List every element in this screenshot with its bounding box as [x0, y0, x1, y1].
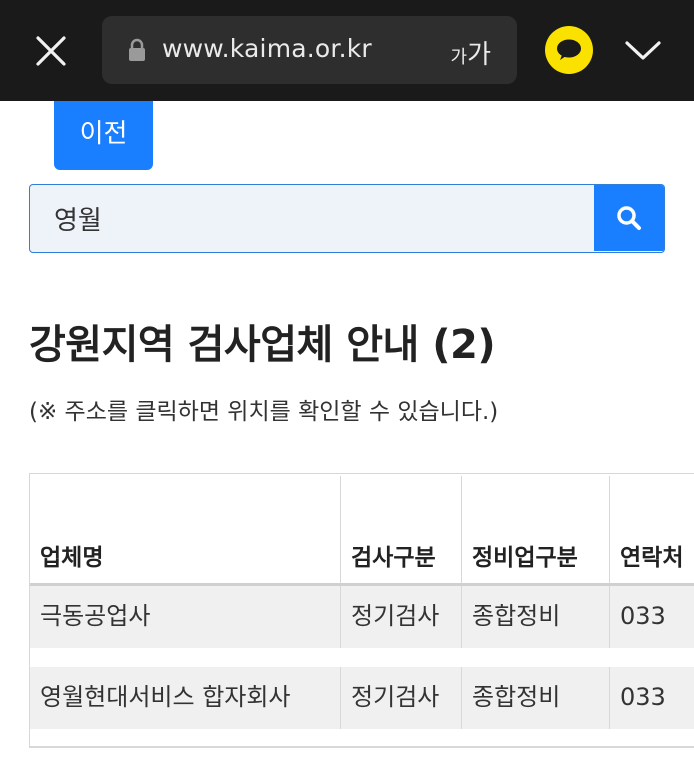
header-inspection-type: 검사구분 [341, 476, 462, 583]
header-repair-type: 정비업구분 [462, 476, 610, 583]
text-size-button[interactable]: 가가 [451, 34, 491, 71]
cell-contact[interactable]: 033 [610, 586, 694, 648]
company-table: 업체명 검사구분 정비업구분 연락처 극동공업사 정기검사 종합정비 033 영… [29, 473, 694, 747]
text-size-label-big: 가 [467, 40, 491, 70]
page-title: 강원지역 검사업체 안내 (2) [29, 322, 496, 368]
search-icon [617, 206, 641, 230]
chevron-down-icon[interactable] [622, 34, 664, 66]
search-input[interactable] [30, 185, 595, 251]
close-icon[interactable] [30, 30, 72, 72]
address-bar[interactable]: www.kaima.or.kr 가가 [102, 16, 517, 84]
table-bottom-border [29, 746, 694, 748]
header-company-name: 업체명 [30, 476, 341, 583]
table-row: 영월현대서비스 합자회사 정기검사 종합정비 033 [30, 667, 694, 729]
table-header: 업체명 검사구분 정비업구분 연락처 [30, 476, 694, 583]
cell-inspection-type: 정기검사 [341, 586, 462, 648]
header-contact: 연락처 [620, 545, 684, 571]
cell-repair-type: 종합정비 [462, 586, 610, 648]
row-detail-spacer [30, 729, 694, 747]
search-box [29, 184, 665, 253]
search-button[interactable] [594, 185, 664, 251]
page-note: (※ 주소를 클릭하면 위치를 확인할 수 있습니다.) [29, 399, 499, 425]
cell-company-name: 영월현대서비스 합자회사 [30, 667, 341, 729]
text-size-label-small: 가 [450, 47, 468, 68]
kakao-talk-icon[interactable] [545, 26, 593, 74]
cell-company-name: 극동공업사 [30, 586, 341, 648]
row-detail-spacer [30, 648, 694, 668]
prev-button[interactable]: 이전 [54, 101, 153, 170]
browser-top-bar: www.kaima.or.kr 가가 [0, 0, 694, 101]
lock-icon [129, 38, 145, 61]
cell-repair-type: 종합정비 [462, 667, 610, 729]
cell-contact[interactable]: 033 [610, 667, 694, 729]
table-row: 극동공업사 정기검사 종합정비 033 [30, 586, 694, 648]
url-text: www.kaima.or.kr [162, 34, 372, 63]
cell-inspection-type: 정기검사 [341, 667, 462, 729]
